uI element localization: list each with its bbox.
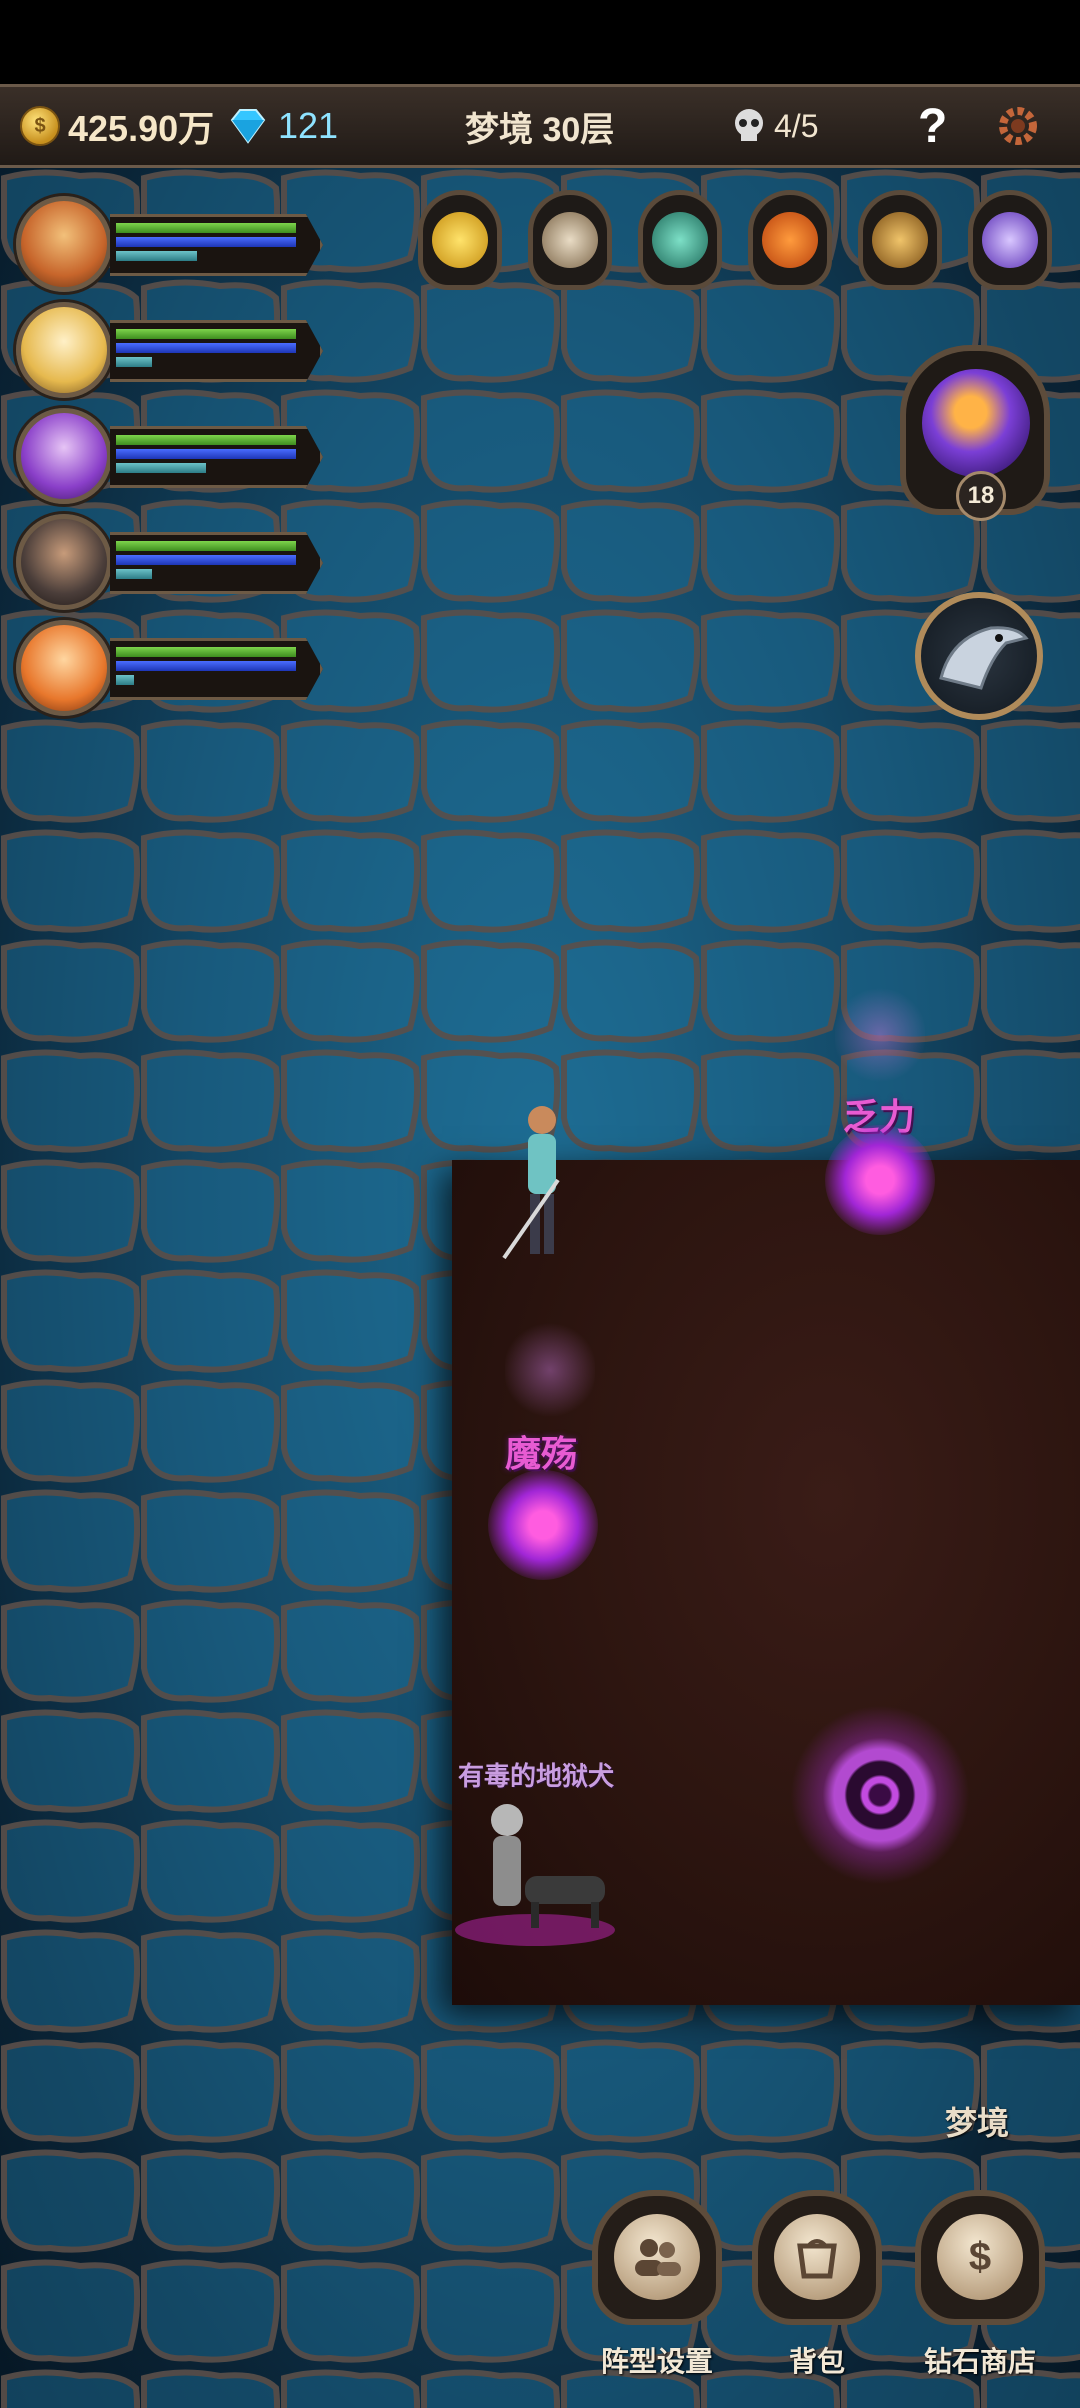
ghost-trail <box>835 985 925 1085</box>
mp-bar <box>116 343 296 353</box>
kill-count: 4/5 <box>774 107 819 144</box>
fire-mage-icon <box>922 369 1030 477</box>
hero-status-bars <box>110 638 323 700</box>
ghost-enemy-2[interactable] <box>488 1470 598 1580</box>
bag-label: 背包 <box>788 2346 845 2377</box>
raven-skill-button[interactable] <box>915 592 1043 720</box>
dragon-icon[interactable] <box>968 190 1052 290</box>
diamond-amount: 121 <box>278 105 339 146</box>
diamond-icon <box>230 109 266 144</box>
pumpkin-icon-art <box>762 212 818 268</box>
purple-portal[interactable] <box>790 1705 970 1885</box>
pumpkin-icon[interactable] <box>748 190 832 290</box>
xp-bar <box>116 569 152 579</box>
hero-portrait[interactable] <box>16 196 112 292</box>
potion-icon-art <box>652 212 708 268</box>
top-resource-bar: $ 425.90万 121 梦境 30层 4/5 ? <box>0 84 1080 168</box>
hero-status-bars <box>110 320 323 382</box>
hp-bar <box>116 329 296 339</box>
mp-bar <box>116 449 296 459</box>
mp-bar <box>116 661 296 671</box>
bell-icon[interactable] <box>858 190 942 290</box>
hero-portrait[interactable] <box>16 620 112 716</box>
ultimate-skill-button[interactable]: 18 <box>900 345 1050 521</box>
feather-icon[interactable] <box>418 190 502 290</box>
kill-counter: 4/5 <box>730 87 818 165</box>
bag-button[interactable] <box>752 2190 882 2340</box>
formation-label: 阵型设置 <box>600 2346 713 2377</box>
dollar-icon: $ <box>937 2214 1023 2300</box>
hero-status-bars <box>110 532 323 594</box>
hp-bar <box>116 435 296 445</box>
hp-bar <box>116 647 296 657</box>
hero-status-bars <box>110 214 323 276</box>
mp-bar <box>116 237 296 247</box>
griffin-icon[interactable] <box>528 190 612 290</box>
hero-slot-4[interactable] <box>16 514 336 614</box>
gold-counter: $ 425.90万 <box>20 87 214 165</box>
floor-label: 梦境 30层 <box>465 110 615 149</box>
zone-name-label: 梦境 <box>945 2105 1010 2141</box>
diamond-counter: 121 <box>226 87 338 165</box>
gear-icon <box>999 107 1037 145</box>
player-hero-sprite[interactable] <box>500 1100 580 1280</box>
settings-button[interactable] <box>995 87 1041 165</box>
dragon-icon-art <box>982 212 1038 268</box>
skill-level-badge: 18 <box>956 471 1006 521</box>
griffin-icon-art <box>542 212 598 268</box>
hellhound-enemy[interactable] <box>455 1780 625 1950</box>
hero-slot-1[interactable] <box>16 196 336 296</box>
xp-bar <box>116 463 206 473</box>
xp-bar <box>116 251 197 261</box>
hero-slot-2[interactable] <box>16 302 336 402</box>
skull-icon <box>735 109 763 141</box>
hero-status-bars <box>110 426 323 488</box>
gold-amount: 425.90万 <box>68 108 215 149</box>
hp-bar <box>116 223 296 233</box>
diamond-shop-label: 钻石商店 <box>923 2346 1036 2377</box>
people-icon <box>614 2214 700 2300</box>
formation-button[interactable] <box>592 2190 722 2340</box>
feather-icon-art <box>432 212 488 268</box>
hero-portrait[interactable] <box>16 408 112 504</box>
ghost-trail <box>505 1320 595 1420</box>
ghost-enemy-1[interactable] <box>825 1125 935 1235</box>
hero-portrait[interactable] <box>16 302 112 398</box>
mp-bar <box>116 555 296 565</box>
hero-slot-5[interactable] <box>16 620 336 720</box>
help-icon: ? <box>918 99 948 153</box>
hp-bar <box>116 541 296 551</box>
xp-bar <box>116 357 152 367</box>
bag-icon <box>774 2214 860 2300</box>
status-bar <box>0 0 1080 84</box>
hero-slot-3[interactable] <box>16 408 336 508</box>
coin-icon: $ <box>20 106 60 146</box>
raven-icon <box>939 626 1029 690</box>
help-button[interactable]: ? <box>918 87 947 165</box>
potion-icon[interactable] <box>638 190 722 290</box>
xp-bar <box>116 675 134 685</box>
dungeon-floor: 梦境 30层 <box>465 87 614 165</box>
hero-portrait[interactable] <box>16 514 112 610</box>
diamond-shop-button[interactable]: $ <box>915 2190 1045 2340</box>
bell-icon-art <box>872 212 928 268</box>
